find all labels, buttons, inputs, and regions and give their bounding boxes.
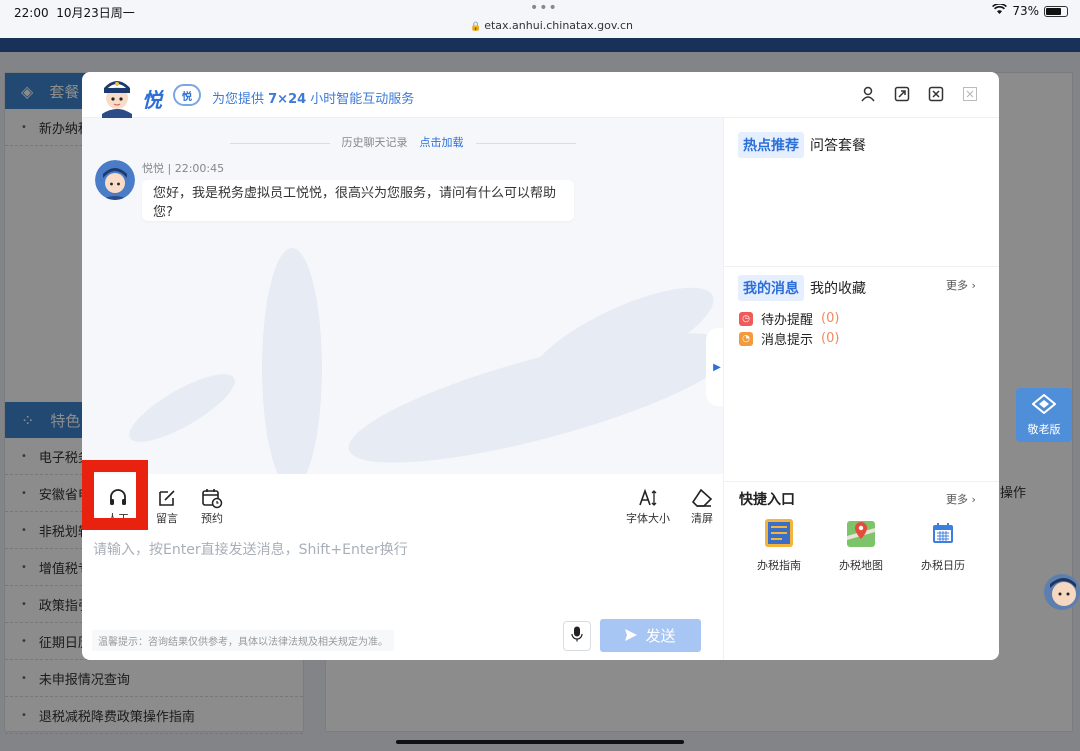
history-bar: 历史聊天记录 点击加载 <box>82 134 723 150</box>
brand-badge: 悦 <box>173 84 201 106</box>
wheat-watermark <box>129 248 722 474</box>
chat-area[interactable]: 历史聊天记录 点击加载 悦悦 | 22:00:45 您好，我是税务虚拟员工悦悦，很… <box>82 118 723 474</box>
message-meta: 悦悦 | 22:00:45 <box>142 162 225 175</box>
tab-my-messages[interactable]: 我的消息 <box>738 275 804 301</box>
appointment-button[interactable]: 预约 <box>192 486 232 526</box>
floating-assistant-avatar[interactable] <box>1036 568 1080 614</box>
tab-hot[interactable]: 热点推荐 <box>738 132 804 158</box>
wifi-icon <box>992 3 1008 18</box>
brand-slogan: 为您提供 7×24 小时智能互动服务 <box>212 92 415 107</box>
bot-avatar <box>95 160 135 200</box>
quick-tax-map[interactable]: 办税地图 <box>831 517 891 573</box>
side-tabs-1: 热点推荐 问答套餐 <box>738 132 866 158</box>
elder-mode-button[interactable]: 敬老版 <box>1016 388 1072 442</box>
close-icon[interactable] <box>961 85 979 103</box>
guide-book-icon <box>763 517 795 549</box>
status-bar: 22:00 10月23日周一 ••• 🔒 etax.anhui.chinatax.… <box>0 0 1080 38</box>
quick-tax-calendar[interactable]: 办税日历 <box>913 517 973 573</box>
more-quick-link[interactable]: 更多 › <box>946 491 976 507</box>
status-time: 22:00 10月23日周一 <box>14 6 135 20</box>
user-icon[interactable] <box>859 85 877 103</box>
message-bubble: 您好，我是税务虚拟员工悦悦，很高兴为您服务，请问有什么可以帮助您? <box>142 180 574 221</box>
chat-dialog: 悦 悦 为您提供 7×24 小时智能互动服务 历史聊天记录 点击加载 悦悦 | … <box>82 72 999 660</box>
brand-avatar <box>96 74 138 118</box>
send-button[interactable]: 发送 <box>600 619 701 652</box>
address-bar[interactable]: 🔒 etax.anhui.chinatax.gov.cn <box>470 19 633 32</box>
clock-icon: ◷ <box>739 311 753 326</box>
leave-message-button[interactable]: 留言 <box>147 486 187 526</box>
battery-icon <box>1044 5 1068 17</box>
edit-icon <box>147 486 187 510</box>
quick-tax-guide[interactable]: 办税指南 <box>749 517 809 573</box>
bell-icon: ◔ <box>739 331 753 346</box>
clear-screen-button[interactable]: 清屏 <box>682 486 722 526</box>
triangle-right-icon: ▶ <box>713 361 721 373</box>
todo-reminder[interactable]: ◷ 待办提醒 (0) <box>739 309 839 328</box>
collapse-side-button[interactable]: ▶ <box>706 328 728 406</box>
send-arrow-icon <box>625 627 638 645</box>
calendar-icon <box>927 517 959 549</box>
header-actions <box>859 85 979 103</box>
tab-my-favorites[interactable]: 我的收藏 <box>810 281 866 297</box>
export-icon[interactable] <box>927 85 945 103</box>
load-history-link[interactable]: 点击加载 <box>420 136 464 149</box>
chat-toolbar: 人工 留言 预约 字体大小 清屏 <box>82 474 723 534</box>
status-right: 73% <box>992 3 1068 18</box>
disclaimer-tip: 温馨提示：咨询结果仅供参考，具体以法律法规及相关规定为准。 <box>92 630 394 651</box>
browser-menu-dots[interactable]: ••• <box>530 0 558 16</box>
dialog-header: 悦 悦 为您提供 7×24 小时智能互动服务 <box>82 72 999 118</box>
chat-input[interactable]: 请输入，按Enter直接发送消息，Shift+Enter换行 <box>93 539 408 559</box>
highlight-box <box>82 460 148 530</box>
tab-qa[interactable]: 问答套餐 <box>810 138 866 154</box>
map-pin-icon <box>845 517 877 549</box>
home-indicator <box>396 740 684 744</box>
font-size-icon <box>622 486 674 510</box>
battery-percent: 73% <box>1012 4 1039 18</box>
diamond-heart-icon <box>1031 393 1057 417</box>
expand-icon[interactable] <box>893 85 911 103</box>
notice-reminder[interactable]: ◔ 消息提示 (0) <box>739 329 839 348</box>
voice-input-button[interactable] <box>563 621 591 651</box>
brand-name: 悦 <box>142 88 162 112</box>
lock-icon: 🔒 <box>470 22 482 32</box>
more-messages-link[interactable]: 更多 › <box>946 277 976 293</box>
font-size-button[interactable]: 字体大小 <box>622 486 674 526</box>
calendar-clock-icon <box>192 486 232 510</box>
side-tabs-2: 我的消息 我的收藏 <box>738 275 866 301</box>
quick-entry-title: 快捷入口 <box>739 492 795 508</box>
microphone-icon <box>571 626 583 646</box>
eraser-icon <box>682 486 722 510</box>
